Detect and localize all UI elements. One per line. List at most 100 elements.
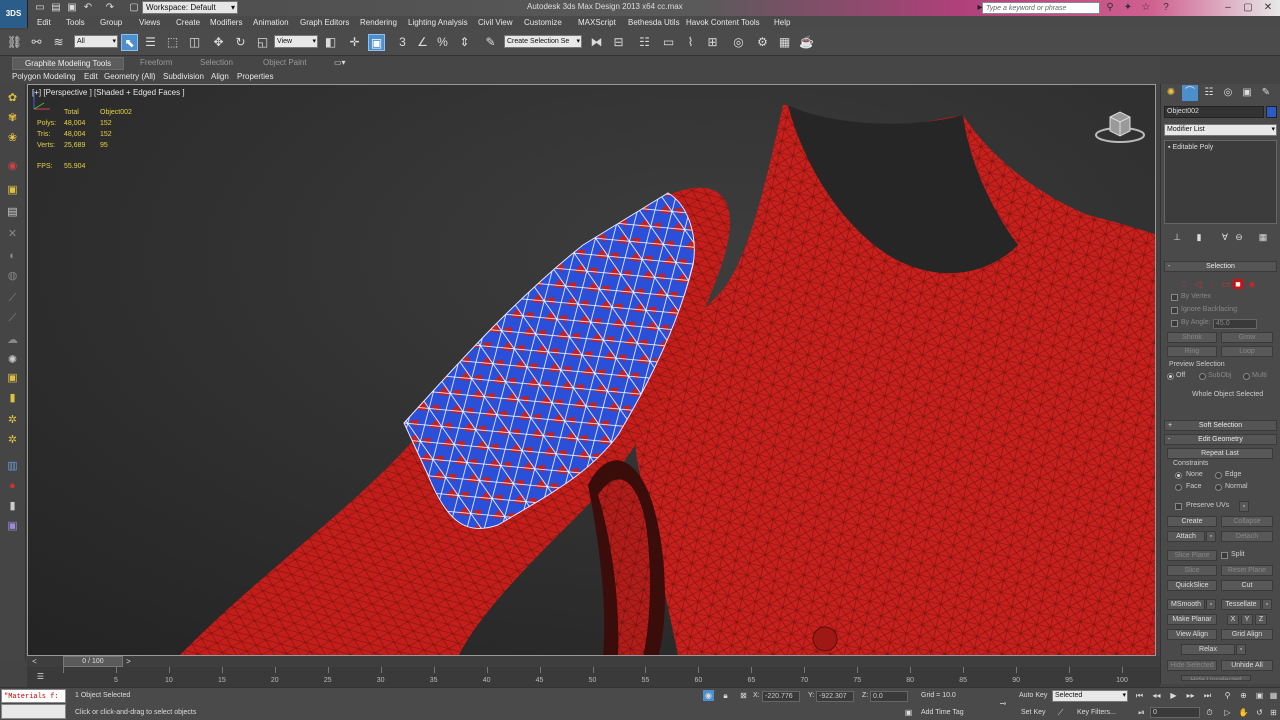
close-icon[interactable]: ✕ xyxy=(1262,2,1274,14)
menu-create[interactable]: Create xyxy=(176,18,200,27)
border-mode-icon[interactable]: ◌ xyxy=(1207,279,1217,289)
ribbon-options-icon[interactable]: ▭▾ xyxy=(334,58,346,67)
ribbon-properties[interactable]: Properties xyxy=(237,72,273,81)
absolute-mode-icon[interactable]: ⊠ xyxy=(738,690,749,701)
time-slider[interactable]: < 0 / 100 > xyxy=(27,656,1160,667)
ribbon-polygon-modeling[interactable]: Polygon Modeling xyxy=(12,72,76,81)
zoom-extents-all-icon[interactable]: ▦ xyxy=(1268,690,1279,701)
render-setup-icon[interactable]: ⚙ xyxy=(754,34,771,51)
tab-selection[interactable]: Selection xyxy=(200,58,233,67)
prev-frame-icon[interactable]: ◂◂ xyxy=(1151,690,1162,701)
menu-group[interactable]: Group xyxy=(100,18,122,27)
next-frame-icon[interactable]: ▸▸ xyxy=(1185,690,1196,701)
menu-modifiers[interactable]: Modifiers xyxy=(210,18,242,27)
ignore-backfacing-checkbox[interactable] xyxy=(1171,307,1178,314)
element-alt-icon[interactable]: ◈ xyxy=(1247,279,1257,289)
isolate-selection-icon[interactable]: ◉ xyxy=(703,690,714,701)
menu-help[interactable]: Help xyxy=(774,18,790,27)
planar-x-button[interactable]: X xyxy=(1227,614,1239,625)
edit-geometry-rollout-header[interactable]: - Edit Geometry xyxy=(1164,434,1277,445)
selection-lock-icon[interactable]: 🔒︎ xyxy=(720,690,731,701)
object-name-field[interactable]: Object002 xyxy=(1164,106,1264,118)
undo-icon[interactable]: ↶ xyxy=(82,2,94,14)
time-slider-thumb[interactable]: 0 / 100 xyxy=(63,656,123,667)
angle-field[interactable]: 45.0 xyxy=(1213,319,1257,329)
key-filters-button[interactable]: Key Filters... xyxy=(1077,709,1116,716)
edge-mode-icon[interactable]: ◁ xyxy=(1193,279,1203,289)
selection-filter-dropdown[interactable]: All xyxy=(74,35,118,48)
search-input[interactable]: Type a keyword or phrase xyxy=(982,2,1100,14)
object-color-swatch[interactable] xyxy=(1266,106,1277,118)
pan-icon[interactable]: ✋ xyxy=(1238,707,1249,718)
menu-bethesda-utils[interactable]: Bethesda Utils xyxy=(628,18,680,27)
tab-graphite-modeling-tools[interactable]: Graphite Modeling Tools xyxy=(12,57,125,70)
grid-align-button[interactable]: Grid Align xyxy=(1221,629,1273,640)
modify-tab-icon[interactable]: ⌒ xyxy=(1182,85,1198,101)
collapse-button[interactable]: Collapse xyxy=(1221,516,1273,527)
preserve-uvs-settings-button[interactable]: ▫ xyxy=(1239,501,1249,512)
select-by-name-icon[interactable]: ☰ xyxy=(142,34,159,51)
create-tab-icon[interactable]: ✺ xyxy=(1163,85,1179,101)
menu-tools[interactable]: Tools xyxy=(66,18,85,27)
star-icon[interactable]: ☆ xyxy=(1140,2,1152,14)
subscription-icon[interactable]: ✦ xyxy=(1122,2,1134,14)
selection-rollout-header[interactable]: - Selection xyxy=(1164,261,1277,272)
reference-coordinate-dropdown[interactable]: View xyxy=(274,35,318,48)
maxscript-listener-output[interactable] xyxy=(1,704,66,719)
pin-stack-icon[interactable]: ⊥ xyxy=(1171,231,1183,243)
constraint-normal-radio[interactable] xyxy=(1215,484,1222,491)
snaps-toggle-icon[interactable]: 3 xyxy=(394,34,411,51)
slice-button[interactable]: Slice xyxy=(1167,565,1217,576)
tool-icon-8[interactable]: ◐ xyxy=(4,248,21,265)
tool-icon-18[interactable]: ▥ xyxy=(4,458,21,475)
tool-icon-21[interactable]: ▣ xyxy=(4,518,21,535)
ribbon-align[interactable]: Align xyxy=(211,72,229,81)
graphite-toggle-icon[interactable]: ▭ xyxy=(660,34,677,51)
msmooth-button[interactable]: MSmooth xyxy=(1167,599,1205,610)
rectangular-selection-icon[interactable]: ⬚ xyxy=(164,34,181,51)
pivot-center-icon[interactable]: ◧ xyxy=(322,34,339,51)
grow-button[interactable]: Grow xyxy=(1221,332,1273,343)
tool-icon-17[interactable]: ✲ xyxy=(4,432,21,449)
hide-selected-button[interactable]: Hide Selected xyxy=(1167,660,1217,671)
shrink-button[interactable]: Shrink xyxy=(1167,332,1217,343)
slice-plane-button[interactable]: Slice Plane xyxy=(1167,550,1217,561)
help-icon[interactable]: ? xyxy=(1160,2,1172,14)
field-of-view-icon[interactable]: ▷ xyxy=(1222,707,1233,718)
track-bar[interactable]: ☰ 5 10 15 20 25 30 35 40 45 50 55 60 65 70 75 80 85 90 95 1… xyxy=(27,667,1160,687)
make-planar-button[interactable]: Make Planar xyxy=(1167,614,1217,625)
time-tag-icon[interactable]: ▣ xyxy=(903,707,914,718)
app-logo[interactable]: 3DS xyxy=(0,0,28,28)
hierarchy-tab-icon[interactable]: ☷ xyxy=(1201,85,1217,101)
edit-named-selection-icon[interactable]: ✎ xyxy=(482,34,499,51)
polygon-mode-icon[interactable]: ▭ xyxy=(1221,279,1231,289)
link-icon[interactable]: ⛓ xyxy=(6,34,23,51)
time-slider-next-icon[interactable]: > xyxy=(123,656,134,667)
menu-animation[interactable]: Animation xyxy=(253,18,289,27)
attach-button[interactable]: Attach xyxy=(1167,531,1205,542)
repeat-last-button[interactable]: Repeat Last xyxy=(1167,448,1273,459)
show-end-result-icon[interactable]: ▮ xyxy=(1193,231,1205,243)
tool-icon-15[interactable]: ▮ xyxy=(4,390,21,407)
cut-button[interactable]: Cut xyxy=(1221,580,1273,591)
tool-icon-6[interactable]: ▤ xyxy=(4,204,21,221)
tool-icon-13[interactable]: ✺ xyxy=(4,352,21,369)
preview-off-radio[interactable] xyxy=(1167,373,1174,380)
maxscript-listener[interactable]: "Materials f: xyxy=(1,689,66,703)
ribbon-geometry-all[interactable]: Geometry (All) xyxy=(104,72,156,81)
detach-button[interactable]: Detach xyxy=(1221,531,1273,542)
binoculars-icon[interactable]: ⚲ xyxy=(1104,2,1116,14)
goto-start-icon[interactable]: ⏮ xyxy=(1134,690,1145,701)
unlink-icon[interactable]: ⚯ xyxy=(28,34,45,51)
redo-icon[interactable]: ↷ xyxy=(104,2,116,14)
make-unique-icon[interactable]: ∀ xyxy=(1219,231,1231,243)
set-key-button[interactable]: Set Key xyxy=(1021,709,1046,716)
zoom-icon[interactable]: ⚲ xyxy=(1222,690,1233,701)
vertex-mode-icon[interactable]: ∴ xyxy=(1179,279,1189,289)
create-button[interactable]: Create xyxy=(1167,516,1217,527)
tool-icon-12[interactable]: ☁ xyxy=(4,332,21,349)
minimize-icon[interactable]: – xyxy=(1222,2,1234,14)
workspace-dropdown[interactable]: Workspace: Default xyxy=(142,1,238,14)
tessellate-button[interactable]: Tessellate xyxy=(1221,599,1261,610)
tool-icon-20[interactable]: ▮ xyxy=(4,498,21,515)
